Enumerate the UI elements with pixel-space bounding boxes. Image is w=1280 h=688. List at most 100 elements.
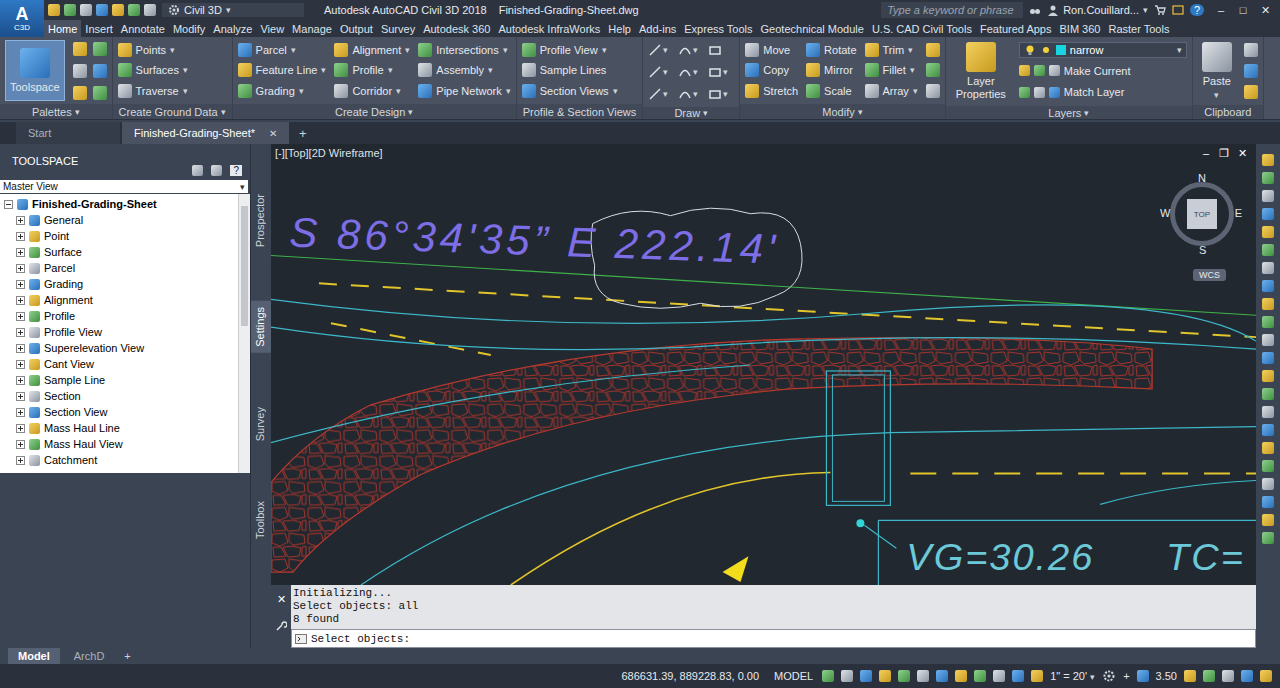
tool-icon[interactable] xyxy=(1262,280,1274,292)
group-label[interactable]: Palettes▾ xyxy=(0,104,112,119)
modify-tool-icon[interactable] xyxy=(926,43,940,57)
wrench-icon[interactable] xyxy=(275,620,287,632)
status-toggle-icon[interactable] xyxy=(936,670,948,682)
bearing-label[interactable]: S 86°34'35” E 222.14' xyxy=(289,209,780,273)
group-label[interactable]: Clipboard xyxy=(1193,105,1263,119)
layer-dropdown[interactable]: narrow▾ xyxy=(1019,42,1187,58)
ribbon-tab[interactable]: Manage xyxy=(288,20,336,37)
tree-item[interactable]: General xyxy=(0,212,238,228)
expander-icon[interactable] xyxy=(16,376,25,385)
model-space-toggle[interactable]: MODEL xyxy=(772,669,815,683)
ribbon-button[interactable]: Stretch xyxy=(745,82,798,100)
group-label[interactable]: Create Ground Data▾ xyxy=(113,104,232,119)
tool-icon[interactable] xyxy=(1262,406,1274,418)
ribbon-tab[interactable]: Help xyxy=(604,20,635,37)
group-label[interactable]: Modify▾ xyxy=(740,104,945,119)
tree-item[interactable]: Section xyxy=(0,388,238,404)
ribbon-tab[interactable]: Output xyxy=(336,20,377,37)
tool-icon[interactable] xyxy=(1262,496,1274,508)
quick-tool-icon[interactable] xyxy=(48,4,60,16)
ucs-menu[interactable]: WCS xyxy=(1193,269,1226,281)
expander-icon[interactable] xyxy=(16,216,25,225)
tree-item[interactable]: Alignment xyxy=(0,292,238,308)
palette-icon[interactable] xyxy=(73,42,87,56)
status-toggle-icon[interactable] xyxy=(974,670,986,682)
tree-item[interactable]: Point xyxy=(0,228,238,244)
draw-tool[interactable]: ▾ xyxy=(648,62,674,82)
tree-item[interactable]: Mass Haul View xyxy=(0,436,238,452)
expander-icon[interactable] xyxy=(16,296,25,305)
side-tab[interactable]: Settings xyxy=(251,301,271,353)
help-button[interactable]: ? xyxy=(230,165,242,176)
quick-tool-icon[interactable] xyxy=(64,4,76,16)
status-toggle-icon[interactable] xyxy=(1260,670,1272,682)
close-tab-button[interactable]: ✕ xyxy=(269,128,277,139)
group-label[interactable]: Layers▾ xyxy=(946,106,1192,119)
side-tab[interactable]: Survey xyxy=(251,401,271,447)
top-curb-label[interactable]: TC= xyxy=(1166,536,1245,578)
layout-tab[interactable]: Model xyxy=(8,648,60,664)
status-toggle-icon[interactable] xyxy=(1012,670,1024,682)
tool-icon[interactable] xyxy=(1262,262,1274,274)
tool-icon[interactable] xyxy=(1262,154,1274,166)
modify-tool-icon[interactable] xyxy=(926,84,940,98)
palette-icon[interactable] xyxy=(73,86,87,100)
workspace-dropdown[interactable]: Civil 3D▾ xyxy=(162,3,304,17)
viewport-controls[interactable]: [-][Top][2D Wireframe] xyxy=(275,147,383,159)
ribbon-button[interactable]: Traverse▾ xyxy=(118,82,188,100)
quick-tool-icon[interactable] xyxy=(112,4,124,16)
expander-icon[interactable] xyxy=(16,280,25,289)
tool-icon[interactable] xyxy=(1262,388,1274,400)
expander-icon[interactable] xyxy=(16,248,25,257)
expander-icon[interactable] xyxy=(16,232,25,241)
ribbon-tab[interactable]: Home xyxy=(44,20,81,37)
viewport-window-button[interactable]: – xyxy=(1200,147,1212,160)
ribbon-button[interactable]: Mirror xyxy=(806,61,856,79)
layer-tool-icon[interactable] xyxy=(1049,65,1060,76)
tool-icon[interactable] xyxy=(1262,514,1274,526)
ribbon-tab[interactable]: Raster Tools xyxy=(1104,20,1173,37)
ribbon-tab[interactable]: Annotate xyxy=(117,20,169,37)
status-toggle-icon[interactable] xyxy=(1184,670,1196,682)
expander-icon[interactable] xyxy=(16,328,25,337)
expander-icon[interactable] xyxy=(16,360,25,369)
expander-icon[interactable] xyxy=(16,264,25,273)
ribbon-button[interactable]: Rotate xyxy=(806,41,856,59)
clipboard-tool-icon[interactable] xyxy=(1244,64,1258,78)
window-button[interactable]: ✕ xyxy=(1254,4,1276,17)
tool-icon[interactable] xyxy=(1262,208,1274,220)
tree-item[interactable]: Parcel xyxy=(0,260,238,276)
layer-tool-icon[interactable] xyxy=(1049,87,1060,98)
ribbon-button[interactable]: Trim▾ xyxy=(865,41,918,59)
window-button[interactable]: □ xyxy=(1232,4,1254,17)
draw-tool[interactable]: ▾ xyxy=(648,84,674,104)
user-menu[interactable]: Ron.Couillard...▾ xyxy=(1047,4,1148,16)
exchange-icon[interactable] xyxy=(1172,4,1184,16)
toolspace-button[interactable]: Toolspace xyxy=(5,40,65,101)
ribbon-button[interactable]: Points▾ xyxy=(118,41,188,59)
search-field[interactable]: Type a keyword or phrase xyxy=(881,2,1023,18)
grip-point[interactable] xyxy=(856,519,864,527)
grade-label[interactable]: VG=30.26 xyxy=(906,536,1094,578)
app-logo[interactable]: AC3D xyxy=(0,0,44,37)
tool-icon[interactable] xyxy=(1262,532,1274,544)
tree-item[interactable]: Section View xyxy=(0,404,238,420)
quick-tool-icon[interactable] xyxy=(96,4,108,16)
viewcube-face[interactable]: TOP xyxy=(1187,199,1217,229)
tool-icon[interactable] xyxy=(1262,460,1274,472)
ribbon-button[interactable]: Move xyxy=(745,41,798,59)
tree-item[interactable]: Grading xyxy=(0,276,238,292)
status-toggle-icon[interactable] xyxy=(841,670,853,682)
ribbon-button[interactable]: Make Current xyxy=(1019,62,1187,80)
ribbon-tab[interactable]: Add-ins xyxy=(635,20,680,37)
status-toggle-icon[interactable] xyxy=(917,670,929,682)
tool-icon[interactable] xyxy=(1262,370,1274,382)
tool-icon[interactable] xyxy=(1262,172,1274,184)
panel-option-icon[interactable] xyxy=(211,165,222,176)
draw-tool[interactable] xyxy=(708,40,734,60)
draw-tool[interactable]: ▾ xyxy=(708,84,734,104)
draw-tool[interactable]: ▾ xyxy=(678,62,704,82)
gear-icon[interactable] xyxy=(1102,669,1116,683)
layer-tool-icon[interactable] xyxy=(1034,87,1045,98)
document-tab[interactable]: Finished-Grading-Sheet*✕ xyxy=(122,122,289,144)
